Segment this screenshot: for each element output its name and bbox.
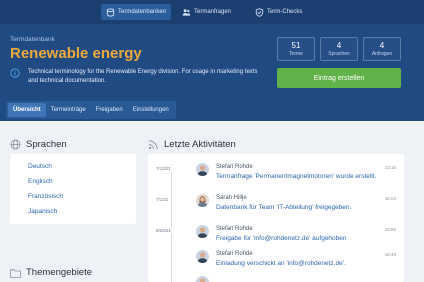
language-item[interactable]: Deutsch	[28, 163, 52, 170]
nav-term-checks[interactable]: Term-Checks	[255, 4, 302, 20]
nav-termdatenbanken[interactable]: Termdatenbanken	[101, 4, 172, 20]
activity-link[interactable]: Einladung verschickt an 'info@rohdenetz.…	[216, 260, 346, 267]
info-icon	[10, 68, 20, 78]
nav-termanfragen[interactable]: Termanfragen	[182, 4, 231, 20]
stat-sprachen: 4 Sprachen	[320, 37, 358, 61]
activity-user: Stefan Rohde	[216, 226, 253, 232]
activity-time: 16:03	[384, 196, 396, 201]
stat-label: Sprachen	[328, 51, 350, 57]
tab-term-entries[interactable]: Termeinträge	[46, 103, 91, 117]
languages-heading-label: Sprachen	[26, 139, 67, 150]
language-item[interactable]: Japanisch	[28, 208, 57, 215]
stat-anfragen: 4 Anfragen	[363, 37, 401, 61]
tab-settings[interactable]: Einstellungen	[128, 103, 174, 117]
activities-heading-label: Letzte Aktivitäten	[164, 139, 236, 150]
activity-link[interactable]: Datenbank für Team 'IT-Abteilung' freige…	[216, 204, 351, 211]
stat-value: 4	[379, 41, 385, 50]
stat-value: 51	[291, 41, 301, 50]
activity-link[interactable]: Freigabe für 'info@rohdenetz.de' aufgeho…	[216, 235, 347, 242]
language-item[interactable]: Englisch	[28, 178, 53, 185]
avatar	[196, 276, 209, 282]
create-entry-button[interactable]: Eintrag erstellen	[277, 68, 401, 88]
activity-time: 22:16	[384, 165, 396, 170]
languages-card: Deutsch Englisch Französisch Japanisch	[10, 154, 136, 224]
topics-heading: Themengebiete	[10, 267, 92, 278]
topics-heading-label: Themengebiete	[26, 267, 93, 278]
shield-check-icon	[255, 7, 264, 17]
users-icon	[182, 8, 191, 16]
activities-heading: Letzte Aktivitäten	[148, 139, 236, 150]
activity-link[interactable]: Termanfrage 'Permanentmagnetmotoren' wur…	[216, 173, 376, 180]
tab-approvals[interactable]: Freigaben	[91, 103, 128, 117]
activity-user: Stefan Rohde	[216, 164, 253, 170]
stat-value: 4	[336, 41, 342, 50]
languages-heading: Sprachen	[10, 139, 67, 150]
timeline-line	[171, 164, 172, 282]
nav-label: Term-Checks	[267, 9, 303, 15]
tab-bar: Übersicht Termeinträge Freigaben Einstel…	[6, 101, 176, 119]
language-item[interactable]: Französisch	[28, 193, 63, 200]
stat-terme: 51 Terme	[277, 37, 315, 61]
header-banner: Termdatenbanken Termanfragen Term-Checks…	[0, 0, 424, 121]
nav-label: Termanfragen	[194, 9, 232, 15]
tab-overview[interactable]: Übersicht	[8, 103, 46, 117]
page-description: Technical terminology for the Renewable …	[28, 69, 258, 84]
avatar	[196, 194, 209, 207]
folder-icon	[10, 268, 21, 278]
activity-user: Stefan Rohde	[216, 251, 253, 257]
stat-label: Terme	[289, 51, 303, 57]
rss-icon	[148, 140, 158, 150]
database-icon	[106, 7, 115, 17]
activities-card: 7/12/21 Stefan Rohde 22:16 Termanfrage '…	[148, 154, 404, 282]
activity-time: 16:49	[384, 252, 396, 257]
activity-date: 7/12/21	[154, 165, 174, 172]
activity-date: 6/29/21	[154, 227, 174, 234]
avatar	[196, 163, 209, 176]
page-title: Renewable energy	[10, 45, 142, 62]
avatar	[196, 225, 209, 238]
activity-date: 7/1/21	[154, 196, 171, 203]
activity-time: 16:50	[384, 227, 396, 232]
avatar	[196, 250, 209, 263]
nav-label: Termdatenbanken	[118, 9, 167, 15]
activity-user: Sarah Hillje	[216, 195, 247, 201]
top-navigation: Termdatenbanken Termanfragen Term-Checks	[0, 0, 424, 24]
page-kicker: Termdatenbank	[10, 36, 55, 43]
globe-icon	[10, 139, 21, 150]
stat-label: Anfragen	[371, 51, 393, 57]
